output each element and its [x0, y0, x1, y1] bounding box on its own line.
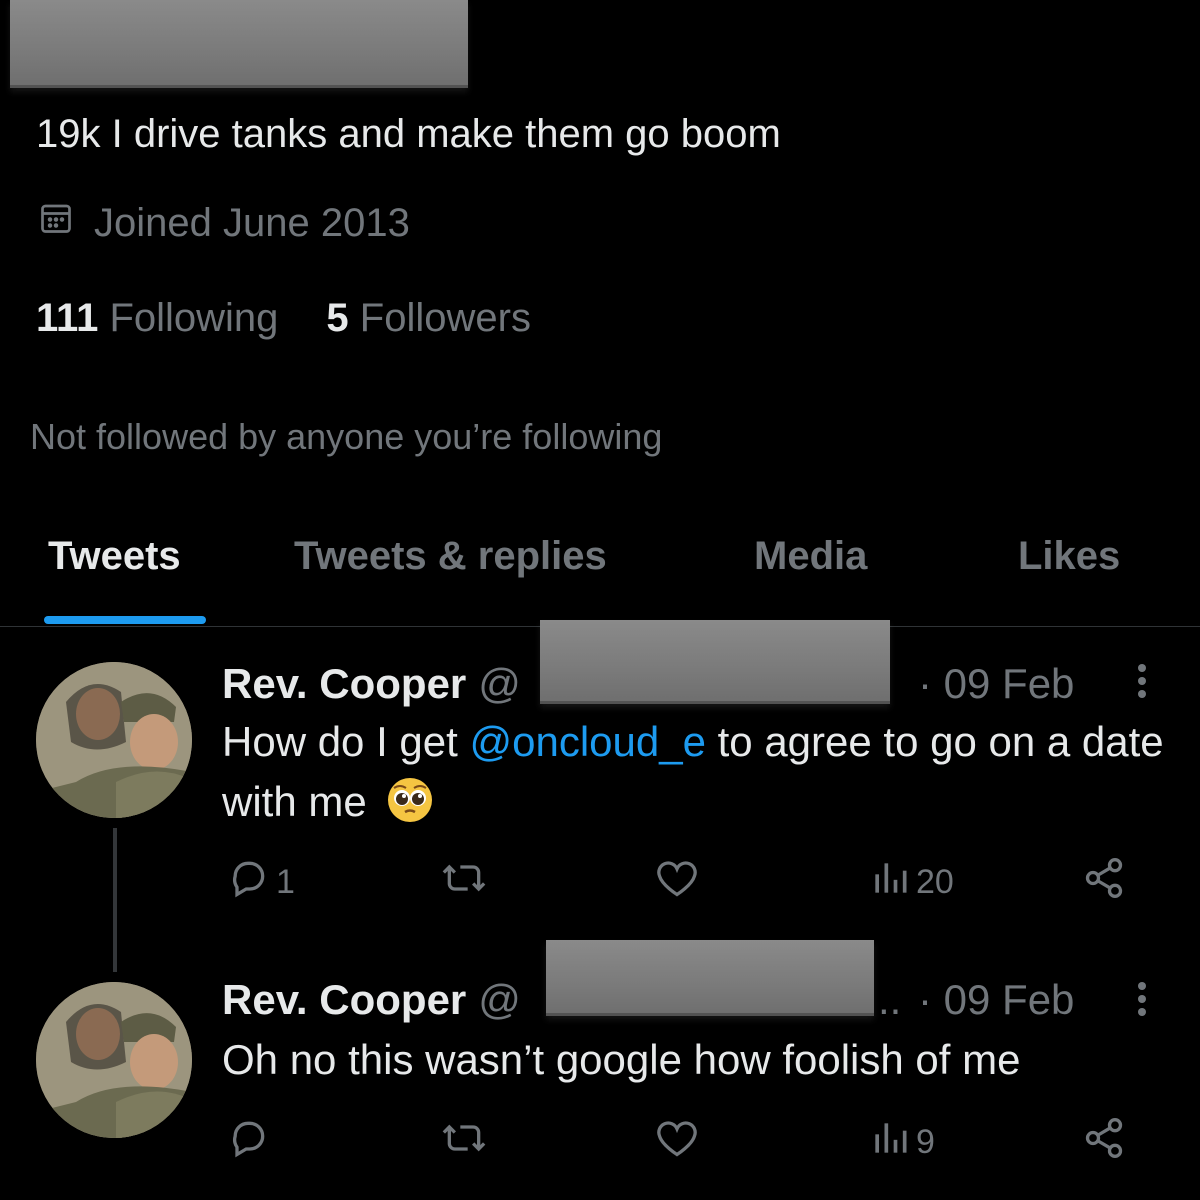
reply-button[interactable] [226, 1116, 270, 1169]
reply-count: 1 [276, 863, 295, 901]
avatar[interactable] [36, 662, 192, 818]
followers-link[interactable]: 5 Followers [326, 296, 531, 341]
tab-tweets[interactable]: Tweets [48, 534, 181, 579]
redacted-header [10, 0, 468, 88]
author-name[interactable]: Rev. Cooper [222, 660, 466, 708]
mention-link[interactable]: @oncloud_e [469, 718, 705, 765]
joined-date: Joined June 2013 [38, 200, 410, 246]
redacted-handle [546, 940, 874, 1016]
not-followed-notice: Not followed by anyone you’re following [30, 416, 663, 457]
views-button[interactable]: 20 [870, 856, 954, 909]
reply-icon [226, 856, 270, 909]
followers-label: Followers [359, 296, 531, 340]
following-link[interactable]: 111 Following [36, 296, 278, 341]
profile-bio: 19k I drive tanks and make them go boom [36, 112, 781, 156]
views-icon [870, 1116, 910, 1169]
tweet-actions: 9 [226, 1116, 1186, 1176]
reply-button[interactable]: 1 [226, 856, 295, 909]
tweet-text: How do I get @oncloud_e to agree to go o… [222, 712, 1172, 832]
pleading-face-emoji [386, 776, 434, 824]
profile-tabs: Tweets Tweets & replies Media Likes [0, 530, 1200, 627]
tweet-actions: 1 20 [226, 856, 1186, 916]
follow-stats: 111 Following 5 Followers [36, 296, 531, 341]
thread-line [113, 828, 117, 972]
views-count: 20 [916, 863, 954, 901]
heart-icon [654, 856, 700, 909]
share-button[interactable] [1082, 856, 1126, 909]
followers-count: 5 [326, 296, 349, 340]
share-button[interactable] [1082, 1116, 1126, 1169]
like-button[interactable] [654, 856, 700, 909]
tweet-date[interactable]: · 09 Feb [918, 654, 1074, 714]
calendar-icon [38, 200, 74, 246]
tab-likes[interactable]: Likes [1018, 534, 1120, 579]
share-icon [1082, 1116, 1126, 1169]
redacted-handle [540, 620, 890, 704]
author-handle[interactable]: @ [478, 976, 521, 1024]
views-icon [870, 856, 910, 909]
views-count: 9 [916, 1123, 935, 1161]
reply-icon [226, 1116, 270, 1169]
author-name[interactable]: Rev. Cooper [222, 976, 466, 1024]
tweet-text-part: How do I get [222, 718, 470, 765]
retweet-button[interactable] [440, 856, 488, 909]
author-handle[interactable]: @ [478, 660, 521, 708]
active-tab-indicator [44, 616, 206, 624]
tweet-text: Oh no this wasn’t google how foolish of … [222, 1036, 1021, 1083]
like-button[interactable] [654, 1116, 700, 1169]
tweet-date[interactable]: · 09 Feb [918, 970, 1074, 1030]
tweet-header: Rev. Cooper @ [222, 654, 521, 714]
avatar[interactable] [36, 982, 192, 1138]
following-count: 111 [36, 296, 99, 340]
more-options-icon[interactable] [1130, 968, 1154, 1028]
following-label: Following [109, 296, 279, 340]
tweet-header: Rev. Cooper @ [222, 970, 521, 1030]
share-icon [1082, 856, 1126, 909]
more-options-icon[interactable] [1130, 650, 1154, 710]
heart-icon [654, 1116, 700, 1169]
retweet-button[interactable] [440, 1116, 488, 1169]
views-button[interactable]: 9 [870, 1116, 935, 1169]
joined-label: Joined June 2013 [94, 200, 410, 245]
tab-tweets-replies[interactable]: Tweets & replies [294, 534, 607, 579]
retweet-icon [440, 1116, 488, 1169]
tab-media[interactable]: Media [754, 534, 867, 579]
retweet-icon [440, 856, 488, 909]
handle-ellipsis: .. [878, 976, 902, 1023]
